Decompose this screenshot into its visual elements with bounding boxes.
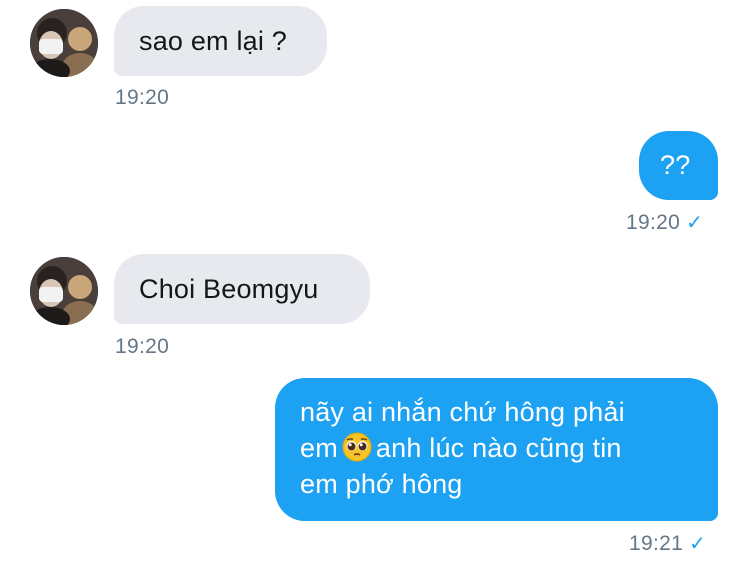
message-text: sao em lại ? (139, 26, 287, 56)
check-icon: ✓ (686, 212, 704, 234)
avatar[interactable] (30, 9, 98, 77)
message-line: em phớ hông (300, 469, 463, 499)
incoming-message-bubble[interactable]: Choi Beomgyu (114, 254, 370, 324)
message-line: anh lúc nào cũng tin (375, 433, 622, 463)
message-line: nãy ai nhắn chứ hông phải (300, 397, 625, 427)
message-text: ?? (660, 150, 691, 180)
incoming-message-bubble[interactable]: sao em lại ? (114, 6, 327, 76)
message-timestamp: 19:20 ✓ (626, 211, 704, 234)
outgoing-message-bubble[interactable]: nãy ai nhắn chứ hông phải em anh lúc nào… (275, 378, 718, 521)
avatar[interactable] (30, 257, 98, 325)
message-timestamp: 19:20 (115, 86, 170, 109)
message-line: em (300, 433, 338, 463)
outgoing-message-bubble[interactable]: ?? (639, 131, 718, 200)
message-timestamp: 19:21 ✓ (629, 532, 707, 555)
message-text: Choi Beomgyu (139, 274, 319, 304)
message-line-group: em anh lúc nào cũng tin (300, 430, 718, 466)
check-icon: ✓ (689, 533, 707, 555)
pleading-face-icon (342, 432, 372, 462)
message-timestamp: 19:20 (115, 335, 170, 358)
